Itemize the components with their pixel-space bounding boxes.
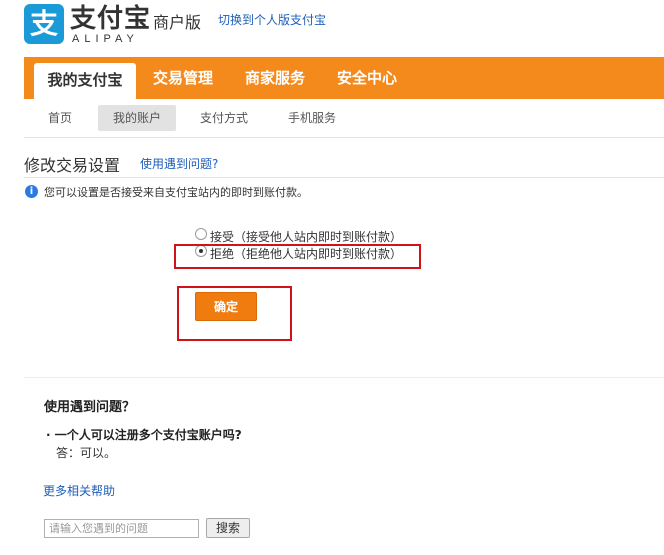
question-search-input[interactable] (44, 519, 199, 538)
tab-my-alipay[interactable]: 我的支付宝 (34, 63, 136, 99)
faq-answer: 答：可以。 (56, 446, 117, 460)
subnav-mobile-services[interactable]: 手机服务 (278, 105, 346, 131)
title-divider (24, 177, 664, 178)
subnav-my-account[interactable]: 我的账户 (98, 105, 176, 131)
section-divider (24, 377, 664, 378)
highlight-box-reject (174, 244, 421, 269)
tab-security-center[interactable]: 安全中心 (326, 57, 408, 99)
help-link[interactable]: 使用遇到问题? (140, 155, 218, 172)
switch-to-personal-link[interactable]: 切换到个人版支付宝 (218, 11, 326, 28)
main-nav: 我的支付宝 交易管理 商家服务 安全中心 (24, 57, 664, 99)
faq-question[interactable]: · 一个人可以注册多个支付宝账户吗? (46, 426, 242, 443)
page-title: 修改交易设置 (24, 156, 121, 175)
merchant-edition-label: 商户版 (153, 13, 202, 32)
sub-nav: 首页 我的账户 支付方式 手机服务 (24, 99, 664, 138)
logo-glyph: 支 (29, 7, 58, 40)
accept-radio[interactable] (195, 228, 207, 240)
highlight-box-confirm (177, 286, 292, 341)
info-text: 您可以设置是否接受来自支付宝站内的即时到账付款。 (44, 186, 308, 199)
tab-merchant-services[interactable]: 商家服务 (234, 57, 316, 99)
logo-english: ALIPAY (72, 33, 139, 45)
faq-title: 使用遇到问题？ (44, 400, 136, 415)
alipay-logo-icon[interactable]: 支 (24, 4, 64, 44)
subnav-home[interactable]: 首页 (38, 105, 82, 131)
info-icon: i (25, 185, 38, 198)
accept-option-label[interactable]: 接受（接受他人站内即时到账付款） (210, 228, 402, 245)
tab-transactions[interactable]: 交易管理 (142, 57, 224, 99)
search-button[interactable]: 搜索 (206, 518, 250, 538)
logo-wordmark: 支付宝 (70, 4, 152, 34)
more-help-link[interactable]: 更多相关帮助 (43, 482, 115, 499)
subnav-payment-methods[interactable]: 支付方式 (190, 105, 258, 131)
